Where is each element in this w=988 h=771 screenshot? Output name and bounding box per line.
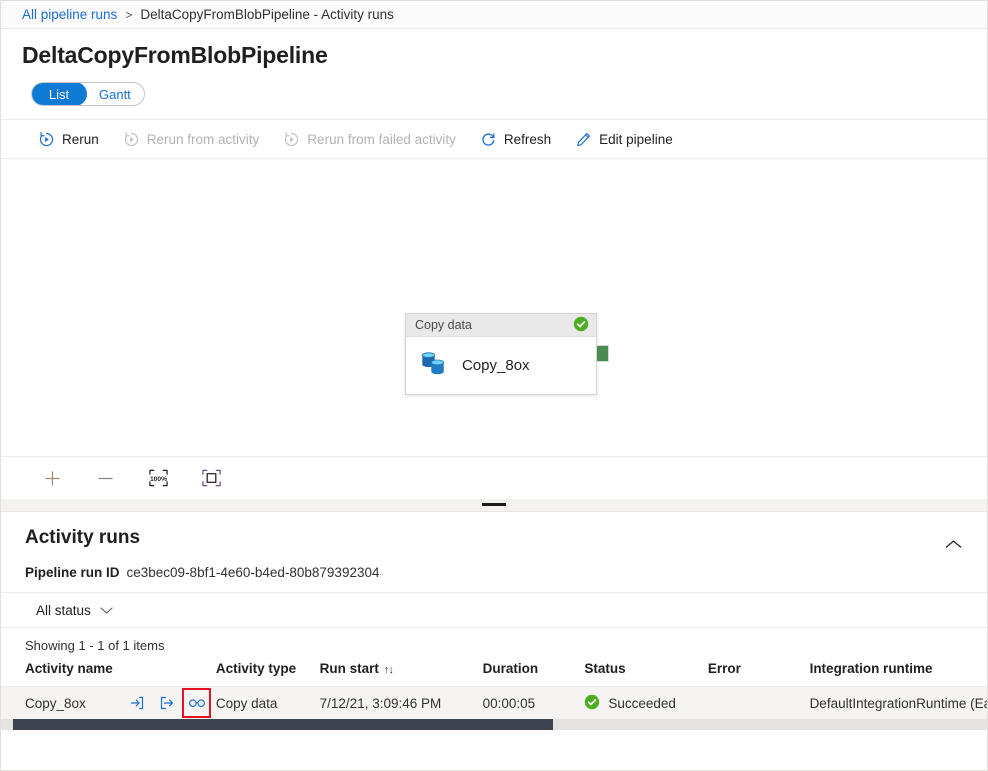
chevron-up-icon[interactable] [940,531,966,557]
pipeline-run-id-label: Pipeline run ID [25,565,120,580]
activity-runs-table: Activity name Activity type Run start↑↓ … [1,661,987,719]
zoom-to-100-icon[interactable]: 100% [145,465,171,491]
output-icon[interactable] [156,692,177,714]
activity-runs-page: All pipeline runs > DeltaCopyFromBlobPip… [0,0,988,771]
activity-node-name: Copy_8ox [462,357,530,374]
results-count: Showing 1 - 1 of 1 items [1,628,987,653]
pipeline-run-id-value: ce3bec09-8bf1-4e60-b4ed-80b879392304 [127,565,380,580]
column-header-activity-name[interactable]: Activity name [1,661,216,687]
chevron-down-icon [100,603,113,618]
column-header-error[interactable]: Error [708,661,810,687]
column-header-activity-type[interactable]: Activity type [216,661,320,687]
column-header-run-start-label: Run start [320,661,379,676]
activity-node-header: Copy data [406,314,596,337]
cell-run-start: 7/12/21, 3:09:46 PM [320,687,483,720]
input-icon[interactable] [127,692,148,714]
horizontal-scrollbar[interactable] [1,719,987,730]
pencil-icon [575,131,592,148]
status-filter-dropdown[interactable]: All status [29,600,120,621]
activity-node-body: Copy_8ox [406,337,596,394]
cell-activity-name: Copy_8ox [1,687,216,720]
view-toggle-option-gantt[interactable]: Gantt [86,83,144,105]
edit-pipeline-button[interactable]: Edit pipeline [566,123,682,155]
page-title: DeltaCopyFromBlobPipeline [22,43,987,68]
view-toggle[interactable]: List Gantt [31,82,145,106]
details-glasses-icon[interactable] [186,692,207,714]
rerun-label: Rerun [62,132,99,147]
cell-activity-type: Copy data [216,687,320,720]
activity-name-text: Copy_8ox [25,696,127,711]
status-filter-label: All status [36,603,91,618]
column-header-integration-runtime[interactable]: Integration runtime [810,661,987,687]
table-header-row: Activity name Activity type Run start↑↓ … [1,661,987,687]
cell-status: Succeeded [584,687,708,720]
column-header-duration[interactable]: Duration [483,661,585,687]
svg-text:100%: 100% [149,476,166,483]
title-area: DeltaCopyFromBlobPipeline [1,29,987,68]
success-check-icon [584,694,600,713]
rerun-icon [123,131,140,148]
breadcrumb-separator: > [125,8,132,22]
breadcrumb-current: DeltaCopyFromBlobPipeline - Activity run… [140,7,394,22]
panel-filler [1,730,987,770]
success-check-icon [573,316,589,335]
fit-to-screen-icon[interactable] [198,465,224,491]
refresh-icon [480,131,497,148]
canvas-zoom-controls: 100% [1,456,987,499]
rerun-from-activity-label: Rerun from activity [147,132,260,147]
rerun-from-activity-button[interactable]: Rerun from activity [114,123,269,155]
pipeline-run-id-row: Pipeline run ID ce3bec09-8bf1-4e60-b4ed-… [1,557,987,580]
activity-node-copy-data[interactable]: Copy data [405,313,597,395]
copy-data-icon [418,349,450,382]
activity-runs-header: Activity runs [1,512,987,557]
panel-splitter-grip[interactable] [482,503,506,506]
rerun-icon [38,131,55,148]
rerun-from-failed-activity-button[interactable]: Rerun from failed activity [274,123,465,155]
activity-node-type-label: Copy data [415,318,472,332]
table-row[interactable]: Copy_8ox [1,687,987,720]
cell-integration-runtime: DefaultIntegrationRuntime (East US) [810,687,987,720]
rerun-button[interactable]: Rerun [29,123,108,155]
horizontal-scrollbar-thumb[interactable] [13,719,553,730]
breadcrumb-link-all-pipeline-runs[interactable]: All pipeline runs [22,7,117,22]
rerun-icon [283,131,300,148]
refresh-button[interactable]: Refresh [471,123,560,155]
activity-runs-panel: Activity runs Pipeline run ID ce3bec09-8… [1,512,987,770]
breadcrumb: All pipeline runs > DeltaCopyFromBlobPip… [1,1,987,29]
sort-arrows-icon[interactable]: ↑↓ [384,664,393,676]
view-toggle-wrap: List Gantt [1,68,987,106]
view-toggle-option-list[interactable]: List [31,82,87,106]
panel-splitter[interactable] [1,499,987,512]
activity-runs-table-scroll: Activity name Activity type Run start↑↓ … [1,661,987,719]
activity-node-output-port[interactable] [596,345,609,362]
activity-runs-title: Activity runs [25,527,140,549]
cell-error [708,687,810,720]
status-badge: Succeeded [608,696,676,711]
edit-pipeline-label: Edit pipeline [599,132,673,147]
rerun-from-failed-activity-label: Rerun from failed activity [307,132,456,147]
refresh-label: Refresh [504,132,551,147]
pipeline-canvas[interactable]: Copy data [1,159,987,456]
zoom-in-icon[interactable] [39,465,65,491]
zoom-out-icon[interactable] [92,465,118,491]
status-filter-bar: All status [1,592,987,628]
column-header-status[interactable]: Status [584,661,708,687]
column-header-run-start[interactable]: Run start ↑↓ [320,661,483,687]
cell-duration: 00:00:05 [483,687,585,720]
command-bar: Rerun Rerun from activity Rerun from [1,119,987,159]
